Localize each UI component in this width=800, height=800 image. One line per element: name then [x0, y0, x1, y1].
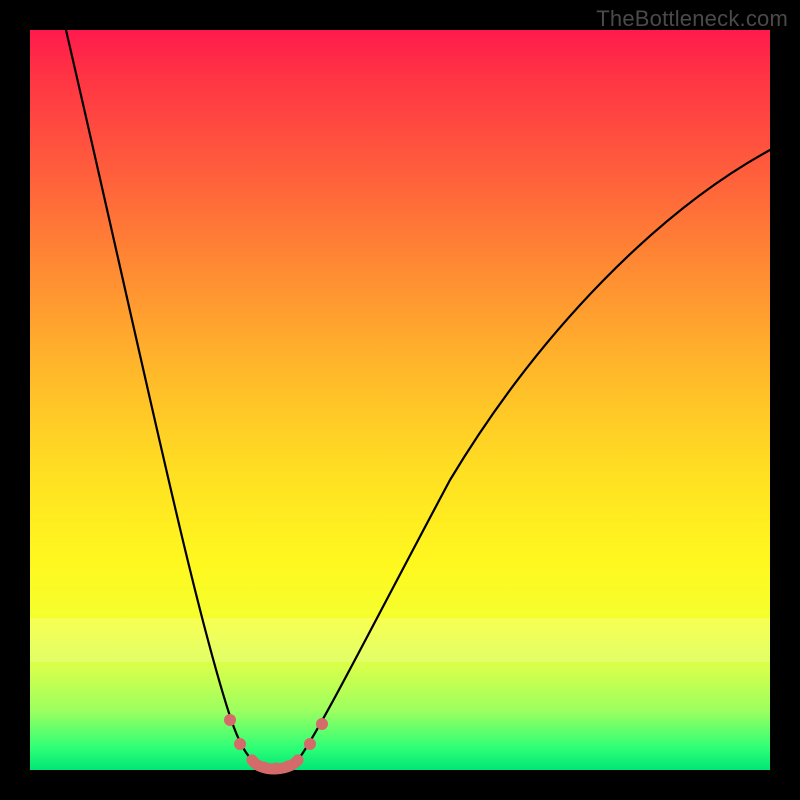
valley-dot: [316, 718, 328, 730]
valley-dot: [234, 738, 246, 750]
valley-dot: [304, 738, 316, 750]
valley-dot: [247, 755, 258, 766]
chart-plot-area: [30, 30, 770, 770]
valley-dot: [293, 755, 304, 766]
valley-dot: [271, 763, 282, 774]
valley-dot: [283, 761, 294, 772]
curve-right-branch: [298, 150, 770, 760]
valley-dots: [224, 714, 328, 774]
valley-dot: [224, 714, 236, 726]
curve-layer: [30, 30, 770, 770]
watermark-label: TheBottleneck.com: [596, 6, 788, 32]
valley-dot: [259, 762, 270, 773]
curve-left-branch: [66, 30, 252, 760]
